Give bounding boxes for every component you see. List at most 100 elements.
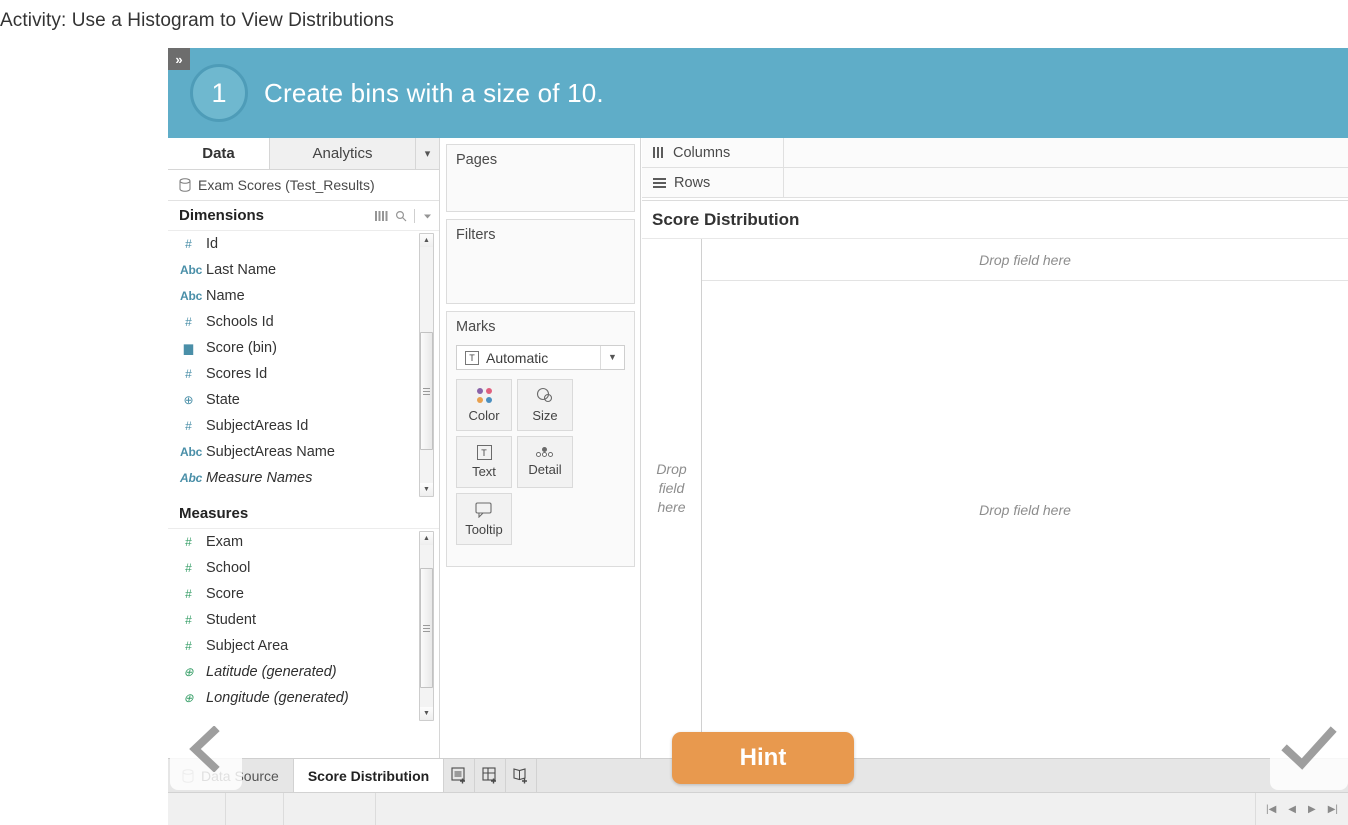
chevron-left-icon [189, 726, 220, 772]
new-story-button[interactable] [506, 759, 538, 792]
field-label: Longitude (generated) [206, 690, 349, 706]
banner-collapse-button[interactable]: » [168, 48, 190, 70]
hint-button[interactable]: Hint [672, 732, 854, 784]
status-bar: |◀ ◀ ▶ ▶| [168, 792, 1348, 825]
marks-card-title: Marks [456, 319, 496, 335]
field-item[interactable]: # School [168, 555, 439, 581]
field-label: SubjectAreas Name [206, 444, 335, 460]
tab-data[interactable]: Data [168, 138, 270, 169]
text-abc-icon: Abc [180, 445, 203, 459]
tab-analytics[interactable]: Analytics [270, 138, 416, 169]
previous-page-icon[interactable]: ◀ [1288, 804, 1296, 815]
tab-bar-empty-space [537, 759, 1348, 792]
center-drop-placeholder[interactable]: Drop field here [979, 502, 1071, 518]
marks-size-button[interactable]: Size [517, 379, 573, 431]
marks-color-label: Color [468, 408, 500, 423]
data-pane: Data Analytics ▾ Exam Scores (Test_Resul… [168, 138, 440, 758]
scrollbar-thumb[interactable] [420, 332, 433, 450]
pages-card[interactable]: Pages [446, 144, 635, 212]
measures-header: Measures [168, 499, 439, 529]
status-cell [168, 793, 226, 825]
status-cell [284, 793, 376, 825]
next-page-icon[interactable]: ▶ [1308, 804, 1316, 815]
field-item[interactable]: Abc Last Name [168, 257, 439, 283]
field-item[interactable]: # Schools Id [168, 309, 439, 335]
histogram-bin-icon: ▆ [183, 341, 194, 355]
field-item[interactable]: Abc Measure Names [168, 465, 439, 491]
filters-card-title: Filters [456, 227, 496, 243]
pages-card-title: Pages [456, 152, 498, 168]
dimensions-title: Dimensions [179, 207, 265, 224]
column-drop-placeholder[interactable]: Drop field here [979, 252, 1071, 268]
scrollbar-thumb[interactable] [420, 568, 433, 688]
search-icon[interactable] [395, 210, 407, 222]
field-item[interactable]: # SubjectAreas Id [168, 413, 439, 439]
chevron-down-icon[interactable] [422, 211, 433, 221]
field-item[interactable]: # Score [168, 581, 439, 607]
step-number-badge: 1 [190, 64, 248, 122]
measures-scrollbar[interactable]: ▲ ▼ [419, 531, 434, 721]
field-label: Score (bin) [206, 340, 277, 356]
marks-text-button[interactable]: T Text [456, 436, 512, 488]
grid-icon[interactable] [375, 210, 388, 222]
mark-type-dropdown[interactable]: T Automatic ▼ [456, 345, 625, 370]
new-worksheet-icon [451, 767, 465, 784]
field-label: Score [206, 586, 244, 602]
new-dashboard-button[interactable] [475, 759, 507, 792]
scroll-down-arrow[interactable]: ▼ [420, 707, 433, 720]
field-label: Student [206, 612, 256, 628]
field-item[interactable]: Abc Name [168, 283, 439, 309]
columns-drop-area[interactable] [784, 138, 1348, 167]
scroll-down-arrow[interactable]: ▼ [420, 483, 433, 496]
previous-step-button[interactable] [170, 708, 242, 790]
row-drop-placeholder[interactable]: Drop field here [656, 460, 686, 517]
marks-detail-button[interactable]: Detail [517, 436, 573, 488]
field-item[interactable]: ⊕ State [168, 387, 439, 413]
field-item[interactable]: # Exam [168, 529, 439, 555]
field-item[interactable]: # Scores Id [168, 361, 439, 387]
datasource-label: Exam Scores (Test_Results) [198, 177, 375, 193]
text-box-icon: T [476, 445, 492, 460]
columns-icon [653, 145, 665, 161]
text-box-icon: T [465, 350, 479, 365]
tooltip-bubble-icon [475, 501, 492, 518]
number-icon: # [185, 587, 192, 601]
new-worksheet-button[interactable] [444, 759, 476, 792]
text-abc-icon: Abc [180, 289, 203, 303]
field-item[interactable]: Abc SubjectAreas Name [168, 439, 439, 465]
visualization-area: Score Distribution Drop field here Drop fi… [642, 200, 1348, 758]
scroll-up-arrow[interactable]: ▲ [420, 532, 433, 545]
confirm-step-button[interactable] [1270, 708, 1348, 790]
geo-globe-icon: ⊕ [183, 393, 194, 407]
field-item[interactable]: ▆ Score (bin) [168, 335, 439, 361]
chevron-down-icon[interactable]: ▼ [600, 346, 624, 369]
last-page-icon[interactable]: ▶| [1328, 804, 1338, 815]
dimensions-scrollbar[interactable]: ▲ ▼ [419, 233, 434, 497]
color-dots-icon [476, 387, 493, 404]
datasource-item[interactable]: Exam Scores (Test_Results) [168, 170, 439, 201]
viz-canvas[interactable]: Drop field here [702, 281, 1348, 738]
marks-tooltip-button[interactable]: Tooltip [456, 493, 512, 545]
field-label: Measure Names [206, 470, 313, 486]
filters-card[interactable]: Filters [446, 219, 635, 304]
rows-drop-area[interactable] [784, 168, 1348, 197]
field-item[interactable]: # Student [168, 607, 439, 633]
viz-grid: Drop field here Drop field here Drop field… [642, 238, 1348, 738]
field-label: Exam [206, 534, 244, 550]
number-icon: # [185, 419, 192, 433]
scroll-up-arrow[interactable]: ▲ [420, 234, 433, 247]
marks-color-button[interactable]: Color [456, 379, 512, 431]
dimensions-field-list: # Id Abc Last Name Abc Name # Schools Id ▆ Score … [168, 231, 439, 499]
database-icon [179, 178, 191, 192]
field-item[interactable]: # Id [168, 231, 439, 257]
field-item[interactable]: # Subject Area [168, 633, 439, 659]
instruction-banner: » 1 Create bins with a size of 10. [168, 48, 1348, 138]
data-pane-tabs: Data Analytics ▾ [168, 138, 439, 170]
field-item[interactable]: ⊕ Latitude (generated) [168, 659, 439, 685]
checkmark-icon [1281, 726, 1337, 770]
first-page-icon[interactable]: |◀ [1266, 804, 1276, 815]
tab-score-distribution[interactable]: Score Distribution [293, 759, 445, 792]
vertical-ellipsis-icon[interactable]: ▾ [416, 138, 439, 169]
rows-shelf-label: Rows [642, 168, 784, 197]
number-icon: # [185, 315, 192, 329]
